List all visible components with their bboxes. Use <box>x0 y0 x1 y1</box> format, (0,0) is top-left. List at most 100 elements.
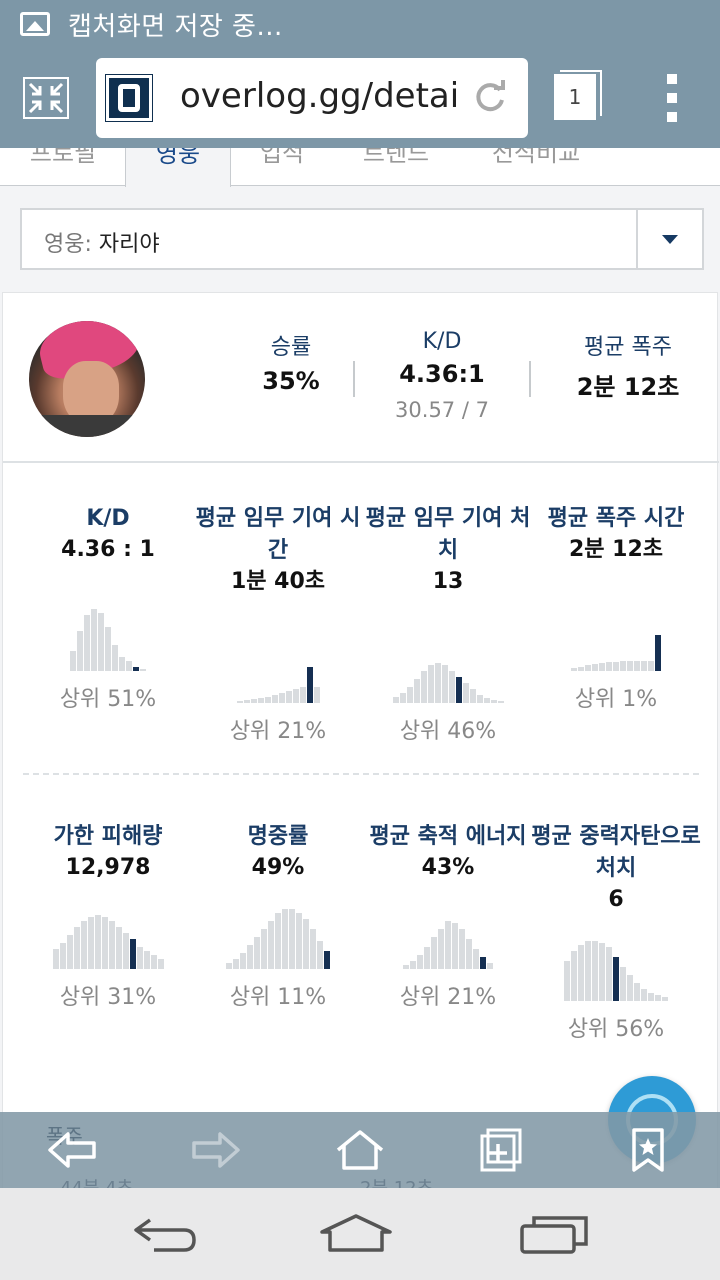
system-nav-bar <box>0 1188 720 1280</box>
histogram-bar <box>150 955 157 969</box>
system-recents-icon[interactable] <box>518 1210 590 1258</box>
tab-profile[interactable]: 프로필 <box>0 148 126 186</box>
histogram-bar <box>634 983 640 1001</box>
histogram-bar <box>77 631 83 671</box>
histogram-bar <box>606 947 612 1001</box>
histogram-bar <box>271 695 278 703</box>
histogram-bar <box>641 989 647 1001</box>
home-icon[interactable] <box>334 1128 386 1172</box>
stat-label: 평균 임무 기여 처치 <box>365 506 531 563</box>
histogram-bar <box>459 929 465 969</box>
hero-dropdown[interactable]: 영웅: 자리야 <box>20 208 704 270</box>
image-icon <box>20 12 50 36</box>
histogram-bar <box>585 941 591 1001</box>
histogram-bar <box>627 661 633 671</box>
histogram-bar <box>126 661 132 671</box>
stat-histogram <box>23 893 193 969</box>
bookmark-icon[interactable] <box>622 1128 674 1172</box>
histogram-bar <box>438 929 444 969</box>
histogram-bar <box>571 668 577 671</box>
stat-rank: 상위 1% <box>574 687 658 712</box>
url-text[interactable]: overlog.gg/detail/ <box>180 76 456 116</box>
tab-switcher-button[interactable]: 1 <box>554 70 602 120</box>
histogram-bar <box>448 671 455 703</box>
stat-energy: 평균 축적 에너지 43% 상위 21% <box>363 821 533 1011</box>
system-home-icon[interactable] <box>320 1210 392 1258</box>
histogram-bar <box>278 693 285 703</box>
histogram-bar <box>662 997 668 1001</box>
tab-trends[interactable]: 트렌드 <box>340 148 452 186</box>
reload-icon[interactable] <box>472 78 508 114</box>
histogram-bar <box>157 959 164 969</box>
tab-achievements[interactable]: 업적 <box>232 148 332 186</box>
stat-accuracy: 명중률 49% 상위 11% <box>193 821 363 1011</box>
histogram-bar <box>431 937 437 969</box>
histogram-bar-player <box>480 957 486 969</box>
winrate-label: 승률 <box>270 335 312 360</box>
stat-rank: 상위 56% <box>567 1017 665 1042</box>
histogram-bar <box>466 939 472 969</box>
histogram-bar <box>483 698 490 703</box>
histogram-bar <box>122 933 129 969</box>
histogram-bar <box>427 665 434 703</box>
histogram-bar-player <box>655 635 661 671</box>
back-arrow-icon[interactable] <box>46 1128 98 1172</box>
histogram-bar <box>490 700 497 703</box>
forward-arrow-icon[interactable] <box>190 1128 242 1172</box>
chevron-down-icon[interactable] <box>636 210 702 268</box>
hero-avatar <box>29 321 145 437</box>
overflow-menu-icon[interactable] <box>664 74 680 122</box>
profile-tabs: 프로필 영웅 업적 트렌드 전적비교 <box>0 148 720 187</box>
histogram-bar <box>655 995 661 1001</box>
histogram-bar <box>80 921 87 969</box>
hero-stats-card: 승률 35% K/D 4.36:1 30.57 / 7 평균 폭주 2분 12초… <box>2 292 719 1188</box>
tab-compare[interactable]: 전적비교 <box>462 148 610 186</box>
histogram-bar <box>143 951 150 969</box>
stat-rank: 상위 31% <box>59 985 157 1010</box>
stat-label: 평균 축적 에너지 <box>369 824 527 849</box>
histogram-bar <box>59 943 66 969</box>
histogram-bar <box>108 921 115 969</box>
address-bar[interactable]: overlog.gg/detail/ <box>96 58 528 138</box>
histogram-bar <box>136 947 143 969</box>
histogram-bar <box>620 967 626 1001</box>
histogram-bar <box>452 923 458 969</box>
stat-damage: 가한 피해량 12,978 상위 31% <box>23 821 193 1011</box>
histogram-bar <box>403 965 409 969</box>
histogram-bar <box>317 941 323 969</box>
histogram-bar <box>105 627 111 671</box>
histogram-bar <box>592 664 598 671</box>
add-tab-icon[interactable] <box>478 1128 530 1172</box>
system-back-icon[interactable] <box>128 1210 200 1258</box>
histogram-bar-player <box>129 939 136 969</box>
tab-heroes[interactable]: 영웅 <box>125 148 231 187</box>
streak-summary: 평균 폭주 2분 12초 <box>563 329 693 402</box>
histogram-bar <box>648 993 654 1001</box>
stat-label: 가한 피해량 <box>53 824 163 849</box>
divider <box>353 361 355 397</box>
winrate-value: 35% <box>262 367 320 395</box>
histogram-bar <box>250 699 257 703</box>
stat-histogram <box>363 607 533 703</box>
histogram-bar <box>299 687 306 703</box>
histogram-bar <box>497 701 504 703</box>
stat-value: 2분 12초 <box>568 537 664 562</box>
histogram-bar <box>261 929 267 969</box>
status-title: 캡처화면 저장 중... <box>68 11 283 42</box>
kd-detail: 30.57 / 7 <box>395 398 489 422</box>
histogram-bar <box>469 689 476 703</box>
stat-histogram <box>531 575 701 671</box>
stat-label: 평균 임무 기여 시간 <box>195 506 361 563</box>
hero-summary: 승률 35% K/D 4.36:1 30.57 / 7 평균 폭주 2분 12초 <box>3 293 719 463</box>
stat-rank: 상위 11% <box>229 985 327 1010</box>
histogram-bar <box>119 657 125 671</box>
histogram-bar <box>571 951 577 1001</box>
histogram-bar <box>98 613 104 671</box>
site-favicon-icon <box>106 75 152 121</box>
exit-fullscreen-icon[interactable] <box>22 76 70 120</box>
stat-label: 평균 중력자탄으로 처치 <box>531 824 701 881</box>
stat-rank: 상위 21% <box>229 719 327 744</box>
histogram-bar <box>73 927 80 969</box>
stat-value: 49% <box>251 855 305 880</box>
histogram-bar <box>292 689 299 703</box>
